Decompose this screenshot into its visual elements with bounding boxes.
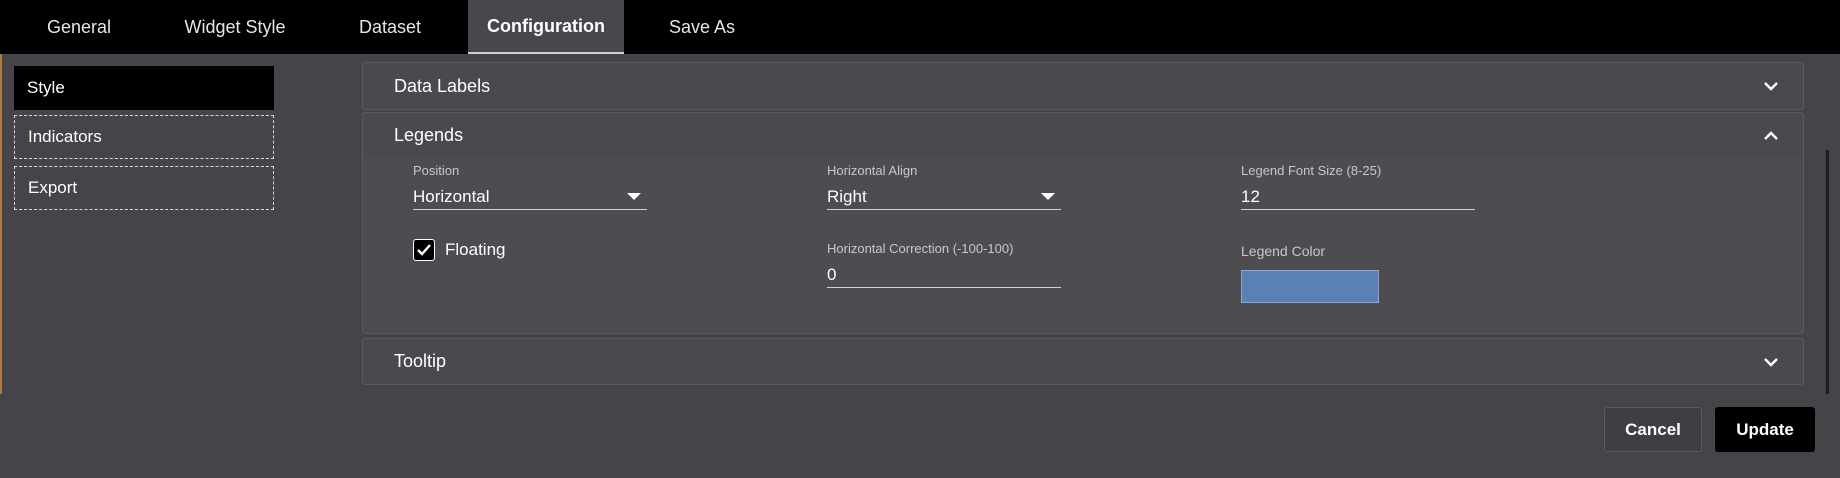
data-labels-title: Data Labels: [394, 75, 491, 96]
font-size-field: Legend Font Size (8-25) 12: [1241, 163, 1475, 210]
position-label: Position: [413, 163, 460, 178]
horizontal-align-label: Horizontal Align: [827, 163, 918, 178]
horizontal-align-select[interactable]: Right: [827, 184, 1061, 210]
position-select[interactable]: Horizontal: [413, 184, 647, 210]
horizontal-align-value: Right: [827, 186, 867, 206]
floating-field: Floating: [413, 239, 505, 261]
tab-general[interactable]: General: [0, 0, 158, 54]
tooltip-panel: Tooltip: [362, 338, 1804, 385]
position-field: Position Horizontal: [413, 163, 647, 210]
update-button[interactable]: Update: [1715, 407, 1815, 452]
tab-configuration[interactable]: Configuration: [468, 0, 624, 54]
cancel-button[interactable]: Cancel: [1604, 407, 1702, 452]
tab-label: Dataset: [358, 16, 422, 37]
legends-header[interactable]: Legends: [363, 113, 1803, 158]
font-size-value: 12: [1241, 186, 1260, 206]
chevron-up-icon: [1764, 130, 1778, 140]
font-size-input[interactable]: 12: [1241, 184, 1475, 210]
sidebar-item-label: Indicators: [28, 127, 102, 146]
tooltip-title: Tooltip: [394, 351, 447, 371]
sidebar-item-indicators[interactable]: Indicators: [14, 115, 274, 159]
tooltip-header[interactable]: Tooltip: [363, 339, 1803, 384]
chevron-down-icon: [1764, 357, 1778, 367]
legend-color-label: Legend Color: [1241, 243, 1326, 259]
horizontal-correction-input[interactable]: 0: [827, 262, 1061, 288]
floating-checkbox[interactable]: Floating: [413, 239, 505, 261]
horizontal-align-field: Horizontal Align Right: [827, 163, 1061, 210]
horizontal-correction-field: Horizontal Correction (-100-100) 0: [827, 241, 1061, 288]
caret-down-icon: [627, 193, 641, 200]
chevron-down-icon: [1764, 82, 1778, 91]
horizontal-correction-label: Horizontal Correction (-100-100): [827, 241, 1014, 256]
legend-color-swatch[interactable]: [1241, 270, 1379, 303]
tab-save-as[interactable]: Save As: [624, 0, 780, 54]
tab-label: General: [46, 16, 112, 37]
tab-label: Widget Style: [184, 16, 286, 37]
font-size-label: Legend Font Size (8-25): [1241, 163, 1382, 178]
sidebar-item-label: Export: [28, 178, 78, 197]
legends-title: Legends: [394, 125, 464, 145]
tab-dataset[interactable]: Dataset: [312, 0, 468, 54]
check-icon: [417, 244, 431, 256]
sidebar-item-export[interactable]: Export: [14, 166, 274, 210]
tab-bar: General Widget Style Dataset Configurati…: [0, 0, 1840, 54]
sidebar-item-style[interactable]: Style: [14, 66, 274, 110]
position-value: Horizontal: [413, 186, 490, 206]
window-edge: [0, 54, 2, 394]
tab-widget-style[interactable]: Widget Style: [158, 0, 312, 54]
legends-panel: Legends Position Horizontal Horizontal A…: [362, 112, 1804, 334]
tab-label: Configuration: [487, 15, 605, 36]
checkbox-checked[interactable]: [413, 239, 435, 261]
legend-color-field: Legend Color: [1241, 243, 1325, 259]
sidebar-item-label: Style: [27, 78, 65, 97]
caret-down-icon: [1041, 193, 1055, 200]
data-labels-panel: Data Labels: [362, 62, 1804, 110]
scrollbar[interactable]: [1826, 150, 1829, 394]
horizontal-correction-value: 0: [827, 264, 837, 284]
data-labels-header[interactable]: Data Labels: [363, 63, 1803, 109]
floating-label: Floating: [445, 240, 506, 259]
tab-label: Save As: [668, 16, 736, 37]
legends-body: Position Horizontal Horizontal Align Rig…: [363, 158, 1803, 333]
